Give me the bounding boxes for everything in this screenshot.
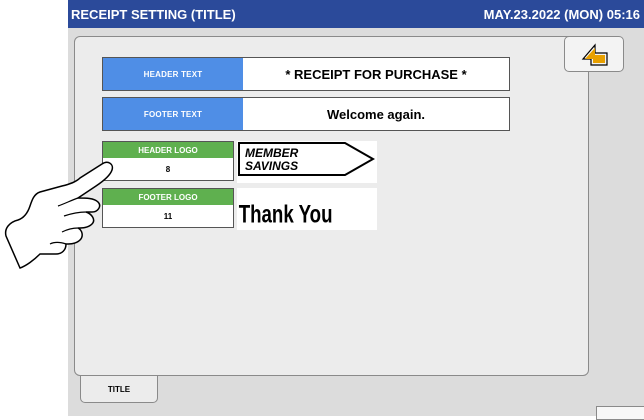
header-logo-label: HEADER LOGO: [103, 142, 233, 158]
pointing-hand-icon: [0, 150, 120, 290]
screen-title: RECEIPT SETTING (TITLE): [71, 7, 236, 22]
savings-text: SAVINGS: [245, 159, 298, 173]
footer-logo-button[interactable]: FOOTER LOGO 11: [102, 188, 234, 228]
settings-panel: HEADER TEXT * RECEIPT FOR PURCHASE * FOO…: [74, 36, 589, 376]
footer-text-value[interactable]: Welcome again.: [243, 98, 509, 130]
header-text-value[interactable]: * RECEIPT FOR PURCHASE *: [243, 58, 509, 90]
return-arrow-icon: [581, 43, 608, 66]
header-logo-number: 8: [165, 164, 171, 174]
header-logo-image: MEMBER SAVINGS: [237, 141, 377, 183]
scale-screen: RECEIPT SETTING (TITLE) MAY.23.2022 (MON…: [68, 0, 644, 420]
corner-button[interactable]: [596, 406, 644, 420]
footer-text-row[interactable]: FOOTER TEXT Welcome again.: [102, 97, 510, 131]
member-text: MEMBER: [245, 146, 299, 160]
title-bar: RECEIPT SETTING (TITLE) MAY.23.2022 (MON…: [68, 0, 644, 28]
footer-logo-image: Thank You: [237, 188, 377, 230]
back-button[interactable]: [564, 36, 624, 72]
header-text-label[interactable]: HEADER TEXT: [103, 58, 243, 90]
footer-logo-label: FOOTER LOGO: [103, 189, 233, 205]
tab-title[interactable]: TITLE: [80, 376, 158, 403]
thank-you-text: Thank You: [239, 200, 333, 228]
date-time: MAY.23.2022 (MON) 05:16: [483, 7, 640, 22]
footer-logo-number: 11: [163, 211, 173, 221]
header-logo-button[interactable]: HEADER LOGO 8: [102, 141, 234, 181]
header-text-row[interactable]: HEADER TEXT * RECEIPT FOR PURCHASE *: [102, 57, 510, 91]
footer-text-label[interactable]: FOOTER TEXT: [103, 98, 243, 130]
